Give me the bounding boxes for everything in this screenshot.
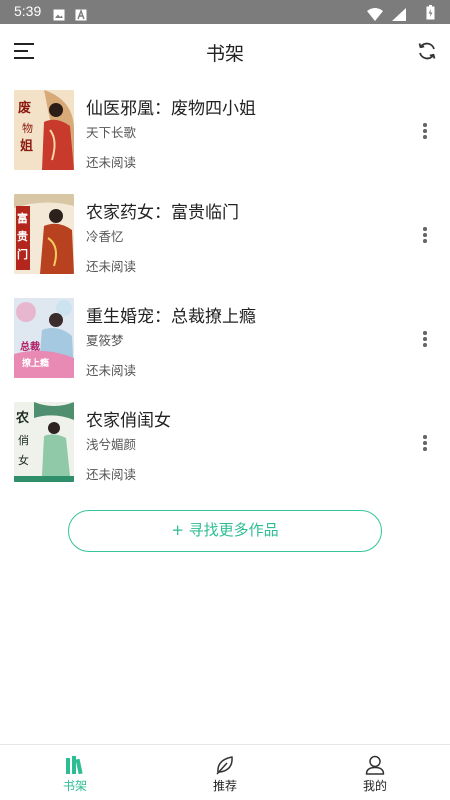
book-author: 夏筱梦 bbox=[86, 333, 124, 348]
svg-text:俏: 俏 bbox=[18, 433, 29, 447]
reading-status: 还未阅读 bbox=[86, 155, 137, 170]
reading-status: 还未阅读 bbox=[86, 363, 137, 378]
book-title: 农家俏闺女 bbox=[86, 411, 171, 431]
battery-icon bbox=[426, 5, 435, 24]
more-options-icon[interactable] bbox=[418, 226, 432, 244]
book-item[interactable]: 富 贵 门 农家药女：富贵临门 冷香忆 还未阅读 bbox=[0, 194, 450, 298]
nav-label: 推荐 bbox=[212, 779, 237, 793]
more-options-icon[interactable] bbox=[418, 122, 432, 140]
book-item[interactable]: 农 俏 女 农家俏闺女 浅兮媚颜 还未阅读 bbox=[0, 402, 450, 506]
svg-text:富: 富 bbox=[17, 211, 28, 225]
refresh-icon[interactable] bbox=[416, 40, 438, 62]
more-options-icon[interactable] bbox=[418, 434, 432, 452]
user-icon bbox=[364, 754, 386, 776]
nav-mine[interactable]: 我的 bbox=[335, 745, 415, 800]
svg-text:撩上瘾: 撩上瘾 bbox=[22, 357, 49, 369]
status-bar: 5:39 bbox=[0, 0, 450, 24]
nav-recommend[interactable]: 推荐 bbox=[185, 745, 265, 800]
find-more-button[interactable]: + 寻找更多作品 bbox=[68, 510, 382, 552]
image-icon bbox=[53, 6, 65, 25]
bottom-nav: 书架 推荐 我的 bbox=[0, 744, 450, 800]
svg-text:门: 门 bbox=[17, 247, 28, 261]
a-letter-icon bbox=[75, 6, 87, 25]
nav-label: 书架 bbox=[62, 779, 87, 793]
book-author: 天下长歌 bbox=[86, 125, 137, 140]
svg-text:贵: 贵 bbox=[17, 229, 28, 243]
nav-bookshelf[interactable]: 书架 bbox=[35, 745, 115, 800]
book-title: 仙医邪凰：废物四小姐 bbox=[86, 99, 256, 119]
nav-label: 我的 bbox=[362, 779, 387, 793]
reading-status: 还未阅读 bbox=[86, 467, 137, 482]
svg-text:姐: 姐 bbox=[20, 138, 33, 154]
page-title: 书架 bbox=[205, 43, 244, 65]
more-options-icon[interactable] bbox=[418, 330, 432, 348]
status-time: 5:39 bbox=[14, 3, 42, 19]
app-header: 书架 bbox=[0, 24, 450, 78]
svg-text:物: 物 bbox=[22, 121, 33, 135]
reading-status: 还未阅读 bbox=[86, 259, 137, 274]
book-cover[interactable]: 农 俏 女 bbox=[14, 402, 74, 482]
book-title: 农家药女：富贵临门 bbox=[86, 203, 239, 223]
svg-text:女: 女 bbox=[18, 453, 29, 467]
wifi-icon bbox=[367, 6, 383, 25]
book-cover[interactable]: 废 物 姐 bbox=[14, 90, 74, 170]
svg-text:废: 废 bbox=[18, 100, 31, 116]
book-item[interactable]: 废 物 姐 仙医邪凰：废物四小姐 天下长歌 还未阅读 bbox=[0, 90, 450, 194]
book-author: 浅兮媚颜 bbox=[86, 437, 137, 452]
svg-text:农: 农 bbox=[15, 410, 29, 426]
book-item[interactable]: 总裁 撩上瘾 重生婚宠：总裁撩上瘾 夏筱梦 还未阅读 bbox=[0, 298, 450, 402]
leaf-icon bbox=[214, 754, 236, 776]
book-title: 重生婚宠：总裁撩上瘾 bbox=[86, 307, 256, 327]
bookshelf-icon bbox=[64, 754, 86, 776]
svg-text:总裁: 总裁 bbox=[20, 340, 40, 353]
book-author: 冷香忆 bbox=[86, 229, 124, 244]
book-cover[interactable]: 总裁 撩上瘾 bbox=[14, 298, 74, 378]
book-cover[interactable]: 富 贵 门 bbox=[14, 194, 74, 274]
signal-icon bbox=[392, 6, 406, 25]
